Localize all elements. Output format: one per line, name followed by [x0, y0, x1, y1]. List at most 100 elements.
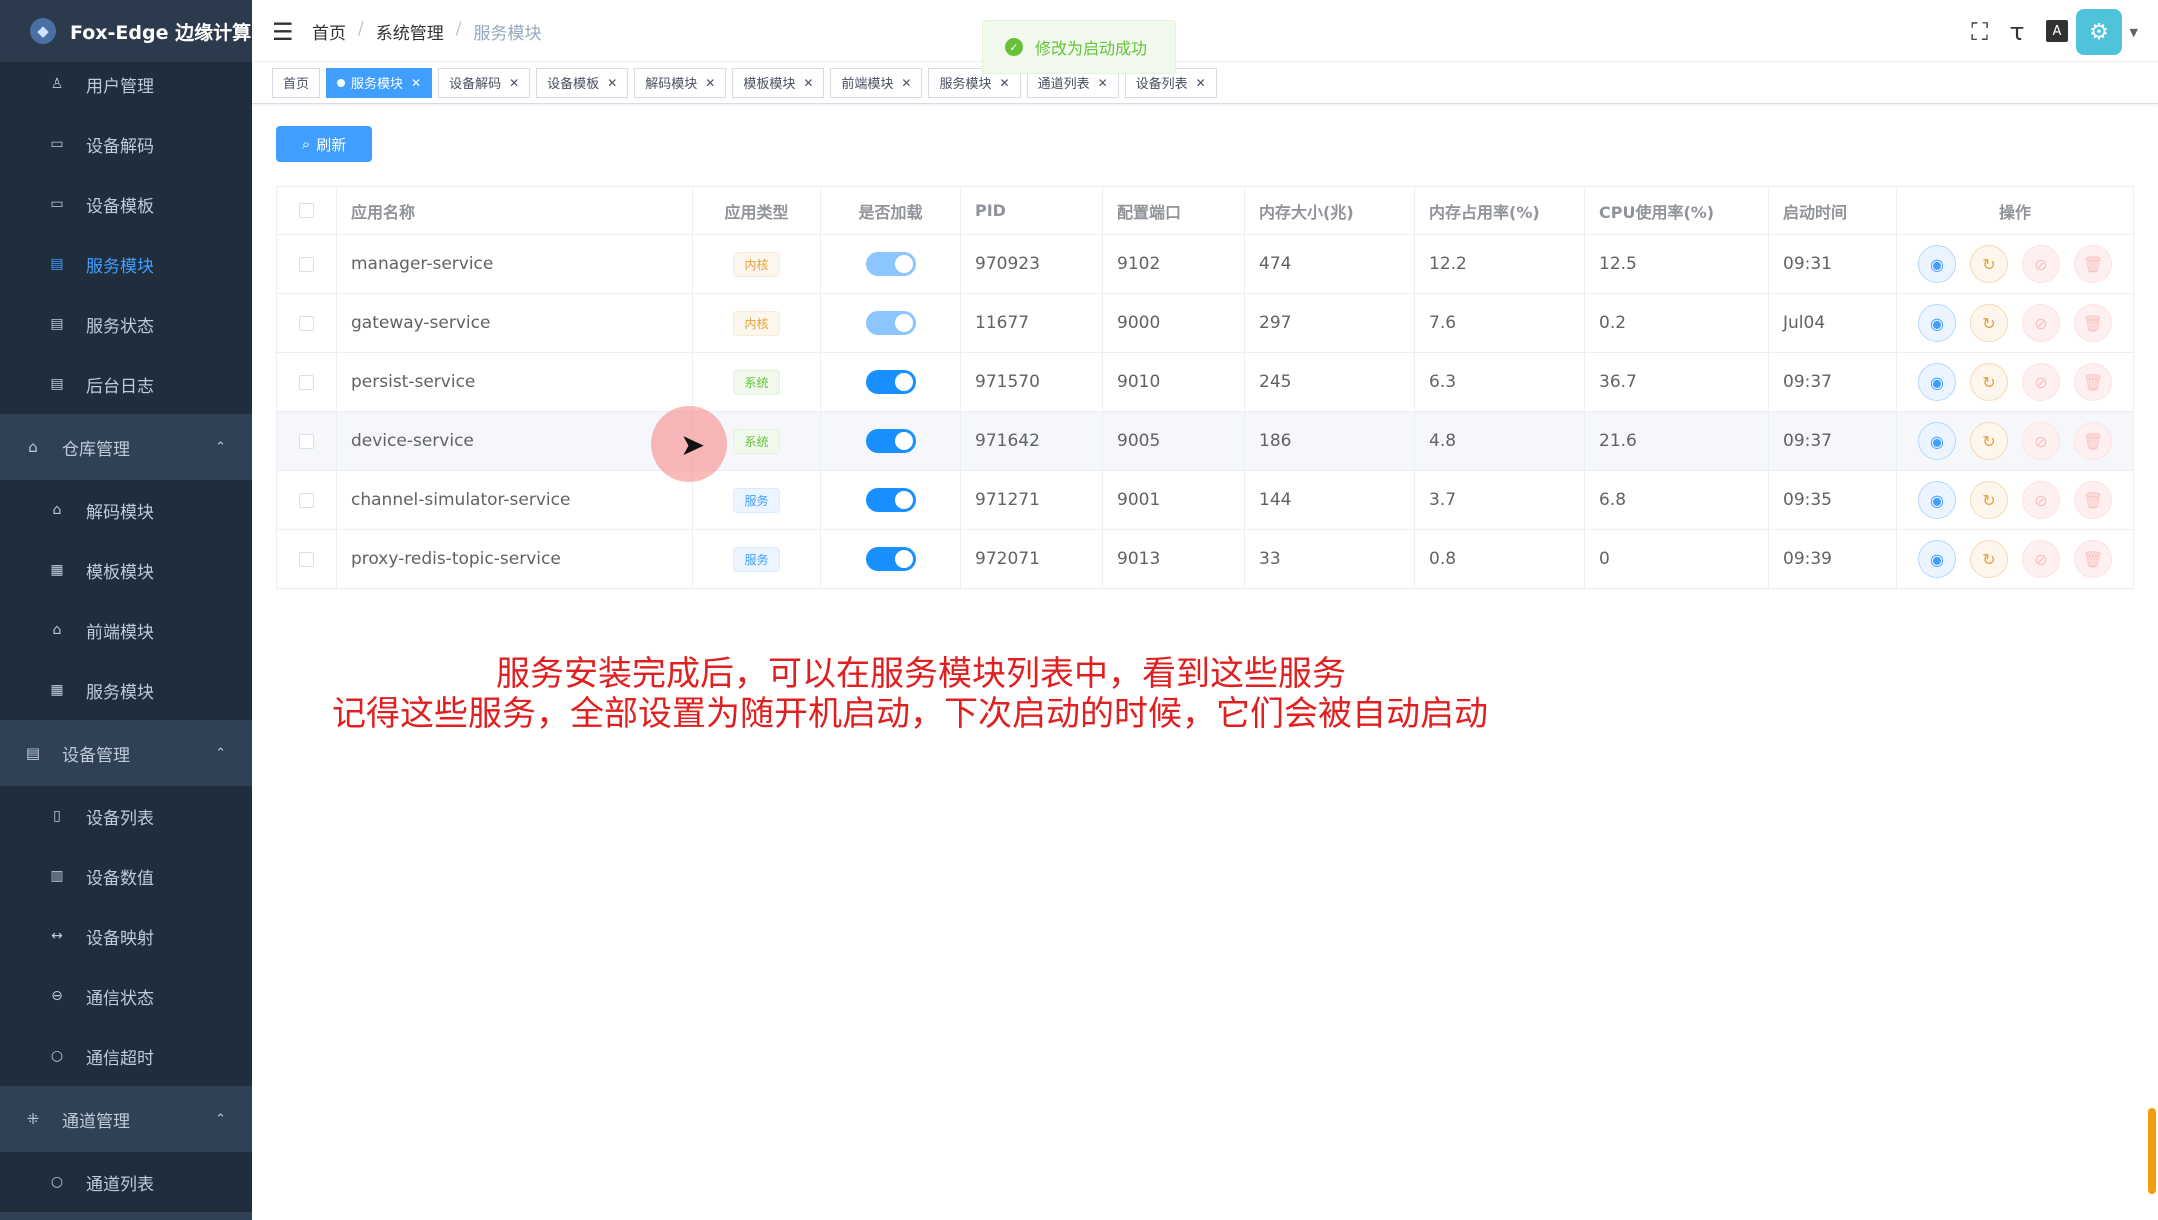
sidebar-item[interactable]: ○ 通信超时 — [0, 1026, 252, 1086]
chevron-up-icon[interactable]: ⌃ — [215, 440, 226, 455]
avatar[interactable]: ⚙ — [2076, 9, 2122, 55]
row-checkbox[interactable] — [299, 492, 314, 508]
sidebar-item[interactable]: ▥ 设备数值 — [0, 846, 252, 906]
tag-item[interactable]: 服务模块 ✕ — [326, 67, 433, 98]
hamburger-icon[interactable]: ☰ — [272, 18, 294, 46]
stop-button[interactable]: ⊘ — [2022, 363, 2060, 401]
start-button[interactable]: ◉ — [1918, 304, 1956, 342]
stop-button[interactable]: ⊘ — [2022, 245, 2060, 283]
tag-item[interactable]: 设备解码 ✕ — [438, 67, 531, 98]
close-icon[interactable]: ✕ — [1196, 76, 1206, 90]
tag-item[interactable]: 模板模块 ✕ — [732, 67, 825, 98]
sidebar-group[interactable]: ⌂ 仓库管理 ⌃ — [0, 414, 252, 480]
load-toggle[interactable] — [865, 488, 916, 512]
sidebar-item[interactable]: ▤ 服务模块 — [0, 234, 252, 294]
start-button[interactable]: ◉ — [1918, 540, 1956, 578]
delete-button[interactable]: 🗑 — [2074, 540, 2112, 578]
row-checkbox[interactable] — [299, 433, 314, 449]
close-icon[interactable]: ✕ — [1000, 76, 1010, 90]
sidebar-item[interactable]: ⌂ 前端模块 — [0, 600, 252, 660]
row-select-cell[interactable] — [277, 235, 337, 293]
load-toggle[interactable] — [865, 370, 916, 394]
translate-icon[interactable]: A — [2046, 20, 2068, 42]
header-select-all[interactable] — [277, 187, 337, 234]
table-row[interactable]: channel-simulator-service 服务 971271 9001 144… — [277, 471, 2133, 530]
restart-button[interactable]: ↻ — [1970, 540, 2008, 578]
table-row[interactable]: manager-service 内核 970923 9102 474 12.2 12.5 09… — [277, 235, 2133, 294]
stop-button[interactable]: ⊘ — [2022, 422, 2060, 460]
sidebar-item[interactable]: ▦ 模板模块 — [0, 540, 252, 600]
row-checkbox[interactable] — [299, 551, 314, 567]
breadcrumb-home[interactable]: 首页 — [312, 19, 346, 44]
load-toggle[interactable] — [865, 547, 916, 571]
close-icon[interactable]: ✕ — [509, 76, 519, 90]
delete-button[interactable]: 🗑 — [2074, 245, 2112, 283]
start-button[interactable]: ◉ — [1918, 245, 1956, 283]
font-size-icon[interactable]: ꚍ — [2010, 18, 2024, 46]
caret-down-icon[interactable]: ▼ — [2130, 26, 2138, 39]
restart-button[interactable]: ↻ — [1970, 422, 2008, 460]
sidebar-item[interactable]: ○ 通道列表 — [0, 1152, 252, 1212]
delete-button[interactable]: 🗑 — [2074, 481, 2112, 519]
page-scrollbar[interactable] — [2148, 1108, 2156, 1194]
row-select-cell[interactable] — [277, 294, 337, 352]
refresh-button[interactable]: ⌕ 刷新 — [276, 126, 372, 162]
row-select-cell[interactable] — [277, 353, 337, 411]
tag-item[interactable]: 解码模块 ✕ — [634, 67, 727, 98]
delete-button[interactable]: 🗑 — [2074, 363, 2112, 401]
restart-button[interactable]: ↻ — [1970, 245, 2008, 283]
app-logo[interactable]: ◆ Fox-Edge 边缘计算 — [0, 0, 252, 62]
close-icon[interactable]: ✕ — [901, 76, 911, 90]
tag-item[interactable]: 设备模板 ✕ — [536, 67, 629, 98]
sidebar-item[interactable]: ♙ 用户管理 — [0, 54, 252, 114]
sidebar-item[interactable]: ▯ 设备列表 — [0, 786, 252, 846]
table-row[interactable]: proxy-redis-topic-service 服务 972071 9013 33 0… — [277, 530, 2133, 589]
sidebar-item[interactable]: ▦ 服务模块 — [0, 660, 252, 720]
sidebar-item[interactable]: ▤ 服务状态 — [0, 294, 252, 354]
load-toggle[interactable] — [865, 252, 916, 276]
sidebar-item[interactable]: ⌂ 解码模块 — [0, 480, 252, 540]
row-select-cell[interactable] — [277, 471, 337, 529]
close-icon[interactable]: ✕ — [411, 76, 421, 90]
start-button[interactable]: ◉ — [1918, 481, 1956, 519]
stop-button[interactable]: ⊘ — [2022, 481, 2060, 519]
sidebar-item[interactable]: ↔ 设备映射 — [0, 906, 252, 966]
start-button[interactable]: ◉ — [1918, 422, 1956, 460]
close-icon[interactable]: ✕ — [607, 76, 617, 90]
restart-button[interactable]: ↻ — [1970, 481, 2008, 519]
breadcrumb-system[interactable]: 系统管理 — [376, 19, 444, 44]
row-checkbox[interactable] — [299, 256, 314, 272]
row-checkbox[interactable] — [299, 315, 314, 331]
delete-button[interactable]: 🗑 — [2074, 304, 2112, 342]
close-icon[interactable]: ✕ — [803, 76, 813, 90]
start-button[interactable]: ◉ — [1918, 363, 1956, 401]
restart-button[interactable]: ↻ — [1970, 363, 2008, 401]
sidebar-item[interactable]: ▤ 后台日志 — [0, 354, 252, 414]
chevron-up-icon[interactable]: ⌃ — [215, 746, 226, 761]
sidebar-item[interactable]: ▭ 设备模板 — [0, 174, 252, 234]
select-all-checkbox[interactable] — [299, 203, 314, 218]
fullscreen-icon[interactable]: ⛶ — [1971, 18, 1988, 46]
tag-item[interactable]: 前端模块 ✕ — [830, 67, 923, 98]
sidebar-group[interactable]: ▤ 设备管理 ⌃ — [0, 720, 252, 786]
row-checkbox[interactable] — [299, 374, 314, 390]
table-row[interactable]: gateway-service 内核 11677 9000 297 7.6 0.2 Jul04… — [277, 294, 2133, 353]
delete-button[interactable]: 🗑 — [2074, 422, 2112, 460]
sidebar-item[interactable]: ⊖ 通信状态 — [0, 966, 252, 1026]
restart-button[interactable]: ↻ — [1970, 304, 2008, 342]
stop-button[interactable]: ⊘ — [2022, 304, 2060, 342]
stop-button[interactable]: ⊘ — [2022, 540, 2060, 578]
tag-item[interactable]: 首页 — [272, 67, 321, 98]
table-row[interactable]: persist-service 系统 971570 9010 245 6.3 36.7 09:… — [277, 353, 2133, 412]
load-toggle[interactable] — [865, 429, 916, 453]
action-buttons: ◉ ↻ ⊘ 🗑 — [1918, 540, 2112, 578]
chevron-up-icon[interactable]: ⌃ — [215, 1112, 226, 1127]
load-toggle[interactable] — [865, 311, 916, 335]
row-select-cell[interactable] — [277, 530, 337, 588]
close-icon[interactable]: ✕ — [705, 76, 715, 90]
table-row[interactable]: device-service 系统 971642 9005 186 4.8 21.6 09:3… — [277, 412, 2133, 471]
close-icon[interactable]: ✕ — [1098, 76, 1108, 90]
sidebar-group[interactable]: ⁜ 通道管理 ⌃ — [0, 1086, 252, 1152]
row-select-cell[interactable] — [277, 412, 337, 470]
sidebar-item[interactable]: ▭ 设备解码 — [0, 114, 252, 174]
